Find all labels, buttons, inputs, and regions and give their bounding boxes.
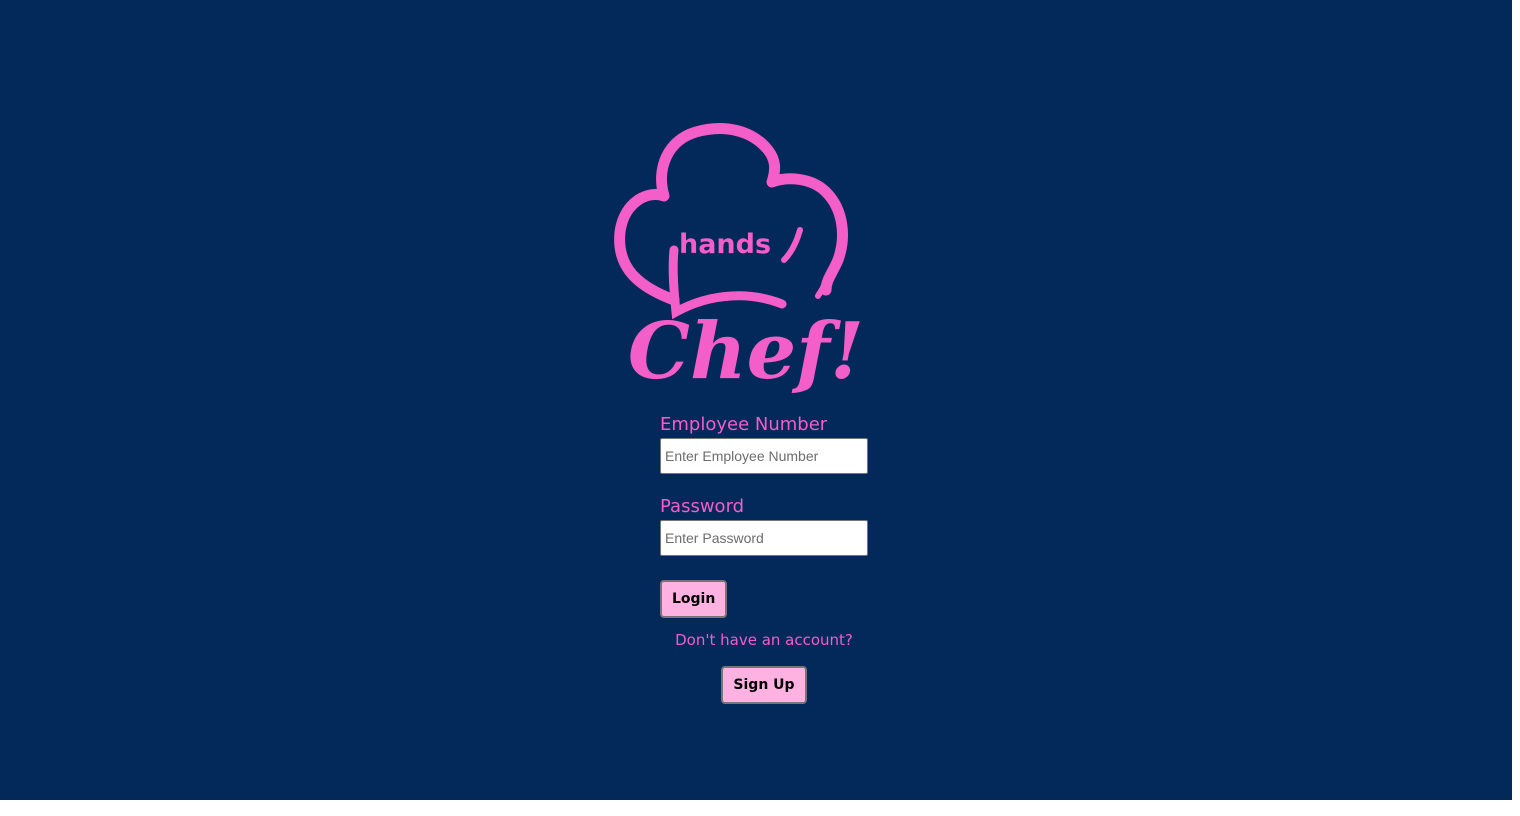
signup-area: Don't have an account? Sign Up bbox=[660, 628, 868, 704]
password-label: Password bbox=[660, 496, 745, 517]
login-row: Login bbox=[660, 580, 870, 618]
employee-number-label: Employee Number bbox=[660, 414, 828, 435]
no-account-prompt: Don't have an account? bbox=[675, 631, 853, 649]
hands-chef-logo: hands Chef! bbox=[614, 123, 862, 395]
password-group: Password bbox=[660, 494, 870, 556]
login-screen: hands Chef! Employee Number Password Log… bbox=[0, 0, 1512, 800]
password-input[interactable] bbox=[660, 520, 868, 556]
employee-number-group: Employee Number bbox=[660, 412, 870, 474]
login-form: Employee Number Password Login bbox=[660, 412, 870, 618]
logo-text-chef: Chef! bbox=[628, 306, 862, 395]
login-button[interactable]: Login bbox=[660, 580, 728, 618]
employee-number-input[interactable] bbox=[660, 438, 868, 474]
chef-hat-fold bbox=[781, 227, 803, 263]
chef-hat-outline bbox=[614, 123, 848, 306]
sign-up-button[interactable]: Sign Up bbox=[721, 666, 807, 704]
logo-text-hands: hands bbox=[679, 229, 771, 260]
